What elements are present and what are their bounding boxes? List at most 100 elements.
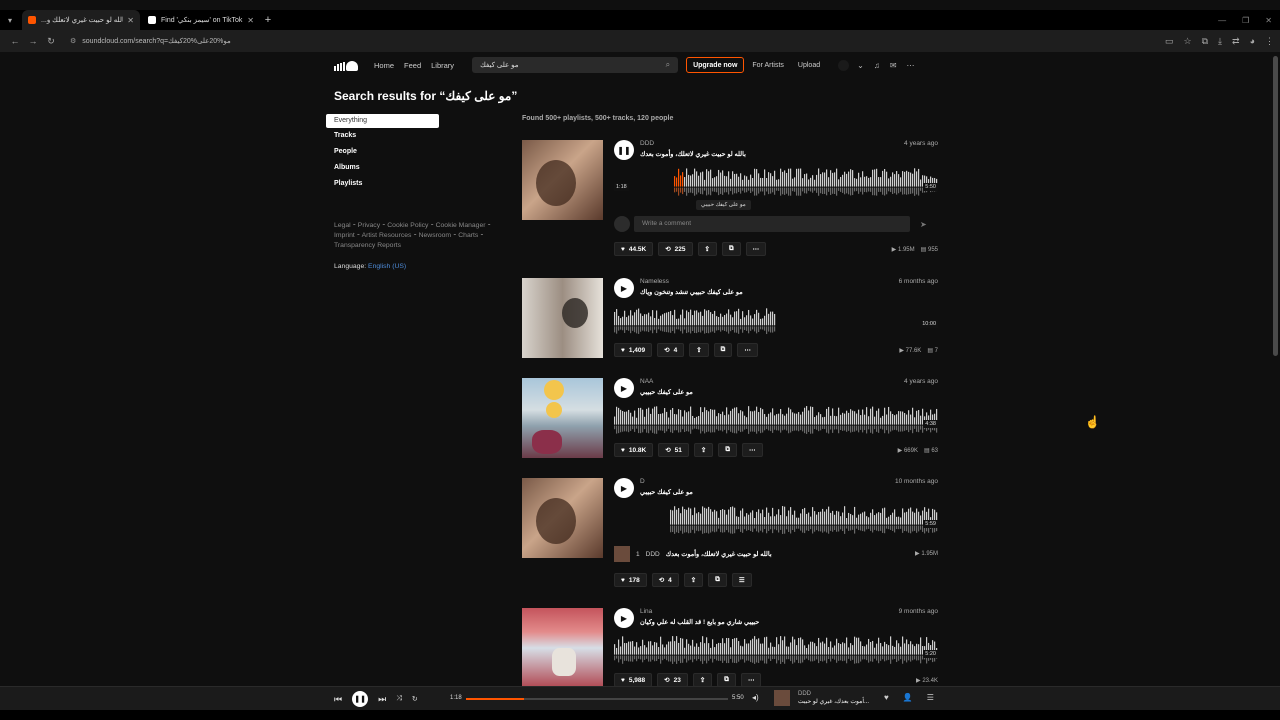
play-button[interactable]: ▶: [614, 378, 634, 398]
share-button[interactable]: ⇪: [683, 573, 704, 587]
track-title[interactable]: ﺑﺎﻟﻠﻪ ﻟﻮ ﺣﺒﻴﺖ ﻏﻴﺮﻱ ﻻﺗﻌﻠﻚ، ﻭﺃﻣﻮﺕ ﺑﻌﺪﻙ: [640, 150, 746, 158]
share-button[interactable]: ⇪: [689, 343, 709, 357]
chevron-down-icon[interactable]: ⌄: [857, 61, 864, 70]
play-button[interactable]: ▶: [614, 278, 634, 298]
reload-icon[interactable]: ↻: [42, 36, 60, 47]
upload-link[interactable]: Upload: [798, 62, 820, 69]
url-field[interactable]: ⚙ soundcloud.com/search?q=ﻣﻮ%20ﻋﻠﻰ%20ﻛﻴﻔ…: [64, 33, 1124, 49]
shuffle-icon[interactable]: ⤨: [396, 695, 402, 703]
copy-link-button[interactable]: ⧉: [721, 242, 741, 256]
search-input[interactable]: ﻣﻮ ﻋﻠﻰ ﻛﻴﻔﻚ ⌕: [472, 57, 679, 73]
track-artwork[interactable]: [522, 140, 603, 220]
nav-home[interactable]: Home: [374, 61, 394, 70]
playlist-track-row[interactable]: 1 DDD ﺑﺎﻟﻠﻪ ﻟﻮ ﺣﺒﻴﺖ ﻏﻴﺮﻱ ﻻﺗﻌﻠﻚ، ﻭﺃﻣﻮﺕ ﺑﻌ…: [614, 546, 772, 562]
next-icon[interactable]: ⏭: [378, 694, 386, 705]
tab-search-icon[interactable]: ▾: [0, 10, 20, 30]
copy-link-button[interactable]: ⧉: [718, 443, 738, 457]
language-selector[interactable]: Language: English (US): [334, 263, 406, 270]
add-to-queue-button[interactable]: ☰: [731, 573, 752, 587]
forward-icon[interactable]: →: [24, 36, 42, 46]
repost-button[interactable]: ⟲ 225: [658, 242, 693, 256]
avatar[interactable]: [838, 59, 850, 71]
comment-input[interactable]: Write a comment: [634, 216, 910, 232]
track-user[interactable]: Nameless: [640, 278, 669, 285]
track-artwork[interactable]: [522, 478, 603, 558]
volume-icon[interactable]: ◂): [752, 693, 759, 702]
progress-bar[interactable]: [466, 698, 728, 700]
filter-albums[interactable]: Albums: [334, 164, 439, 176]
mail-icon[interactable]: ✉: [890, 61, 897, 70]
filter-people[interactable]: People: [334, 148, 439, 160]
track-waveform[interactable]: [614, 636, 938, 666]
filter-tracks[interactable]: Tracks: [334, 132, 439, 144]
back-icon[interactable]: ←: [6, 36, 24, 46]
for-artists-link[interactable]: For Artists: [752, 62, 784, 69]
browser-tab-soundcloud[interactable]: ...ﺑﺎﻟﻠﻪ ﻟﻮ ﺣﺒﻴﺖ ﻏﻴﺮﻱ ﻻﺗﻌﻠﻚ ﻭ ✕: [22, 10, 140, 30]
minimize-icon[interactable]: —: [1218, 16, 1226, 25]
play-button[interactable]: ▶: [614, 608, 634, 628]
translate-icon[interactable]: ⇄: [1232, 36, 1240, 47]
heart-icon[interactable]: ♥: [884, 693, 889, 702]
site-info-icon[interactable]: ⚙: [70, 37, 76, 45]
track-user[interactable]: NAA: [640, 378, 653, 385]
like-button[interactable]: ♥ 1,409: [614, 343, 653, 357]
track-title[interactable]: ﻣﻮ ﻋﻠﻰ ﻛﻴﻔﻚ ﺣﺒﻴﺒﻲ ﺗﻨﺸﺪ ﻭﺗﻨﺨﻮﻥ ﻭﻳﺎﻙ: [640, 288, 743, 296]
track-waveform[interactable]: [614, 406, 938, 436]
soundcloud-logo[interactable]: [334, 59, 358, 71]
profile-icon[interactable]: ◕: [1250, 36, 1255, 46]
filter-playlists[interactable]: Playlists: [334, 180, 439, 192]
more-button[interactable]: ⋯: [745, 242, 767, 256]
browser-tab-tiktok[interactable]: Find 'ﺳﻴﻤﺰ ﺑﻨﻜﻲ' on TikTok | Ti ✕: [142, 10, 260, 30]
track-waveform[interactable]: [614, 308, 776, 336]
play-button[interactable]: ▶: [614, 478, 634, 498]
like-button[interactable]: ♥ 178: [614, 573, 647, 587]
track-user[interactable]: D: [640, 478, 645, 485]
browser-menu-icon[interactable]: ⋮: [1265, 36, 1274, 47]
comment-count[interactable]: ▤ 7: [927, 347, 938, 354]
language-value[interactable]: English (US): [368, 263, 406, 270]
page-scrollbar[interactable]: [1273, 56, 1278, 356]
repost-button[interactable]: ⟲ 23: [657, 673, 688, 686]
nav-feed[interactable]: Feed: [404, 61, 421, 70]
track-artwork[interactable]: [522, 608, 603, 686]
extensions-icon[interactable]: ⧉: [1202, 36, 1208, 47]
share-button[interactable]: ⇪: [697, 242, 717, 256]
copy-link-button[interactable]: ⧉: [713, 343, 733, 357]
now-playing[interactable]: DDD ﺃﻣﻮﺕ ﺑﻌﺪﻙ، ﻏﻴﺮﻱ ﻟﻮ ﺣﺒﻴﺖ...: [774, 690, 869, 706]
track-user[interactable]: DDD: [640, 140, 654, 147]
track-artwork[interactable]: [522, 378, 603, 458]
track-title[interactable]: ﻣﻮ ﻋﻠﻰ ﻛﻴﻔﻚ ﺣﺒﻴﺒﻲ: [640, 488, 693, 496]
track-waveform[interactable]: [614, 168, 938, 198]
pause-button[interactable]: ❚❚: [352, 691, 369, 707]
search-icon[interactable]: ⌕: [666, 60, 670, 70]
upgrade-button[interactable]: Upgrade now: [686, 57, 745, 73]
nav-library[interactable]: Library: [431, 61, 454, 70]
more-button[interactable]: ⋯: [742, 443, 763, 457]
cast-icon[interactable]: ▭: [1165, 36, 1174, 47]
track-title[interactable]: ﻣﻮ ﻋﻠﻰ ﻛﻴﻔﻚ ﺣﺒﻴﺒﻲ: [640, 388, 693, 396]
track-user[interactable]: Lina: [640, 608, 652, 615]
comment-count[interactable]: ▤ 955: [921, 246, 938, 253]
repost-button[interactable]: ⟲ 4: [651, 573, 679, 587]
follow-icon[interactable]: 👤: [903, 693, 913, 702]
repeat-icon[interactable]: ↻: [412, 695, 418, 703]
more-button[interactable]: ⋯: [737, 343, 758, 357]
repost-button[interactable]: ⟲ 4: [657, 343, 685, 357]
pause-button[interactable]: ❚❚: [614, 140, 634, 160]
download-icon[interactable]: ⤓: [1218, 36, 1222, 47]
copy-link-button[interactable]: ⧉: [708, 573, 727, 587]
window-close-icon[interactable]: ✕: [1265, 16, 1272, 25]
track-artwork[interactable]: [522, 278, 603, 358]
like-button[interactable]: ♥ 10.8K: [614, 443, 654, 457]
more-icon[interactable]: ⋯: [907, 61, 915, 70]
maximize-icon[interactable]: ❐: [1242, 16, 1249, 25]
track-title[interactable]: ﺣﺒﻴﺒﻲ ﺷﺎﺭﻱ ﻣﻮ ﺑﺎﻳﻊ ! ﻗﺪ ﺍﻟﻘﻠﺐ ﻟﻪ ﻋﻠﻲ ﻭﻛﻴ…: [640, 618, 759, 626]
like-button[interactable]: ♥ 5,988: [614, 673, 653, 686]
comment-count[interactable]: ▤ 63: [924, 447, 938, 454]
new-tab-button[interactable]: +: [260, 14, 276, 26]
share-button[interactable]: ⇪: [692, 673, 713, 686]
filter-everything[interactable]: Everything: [326, 114, 439, 128]
like-button[interactable]: ♥ 44.5K: [614, 242, 654, 256]
queue-icon[interactable]: ☰: [927, 693, 934, 702]
footer-links[interactable]: Legal ⁃ Privacy ⁃ Cookie Policy ⁃ Cookie…: [334, 221, 504, 251]
